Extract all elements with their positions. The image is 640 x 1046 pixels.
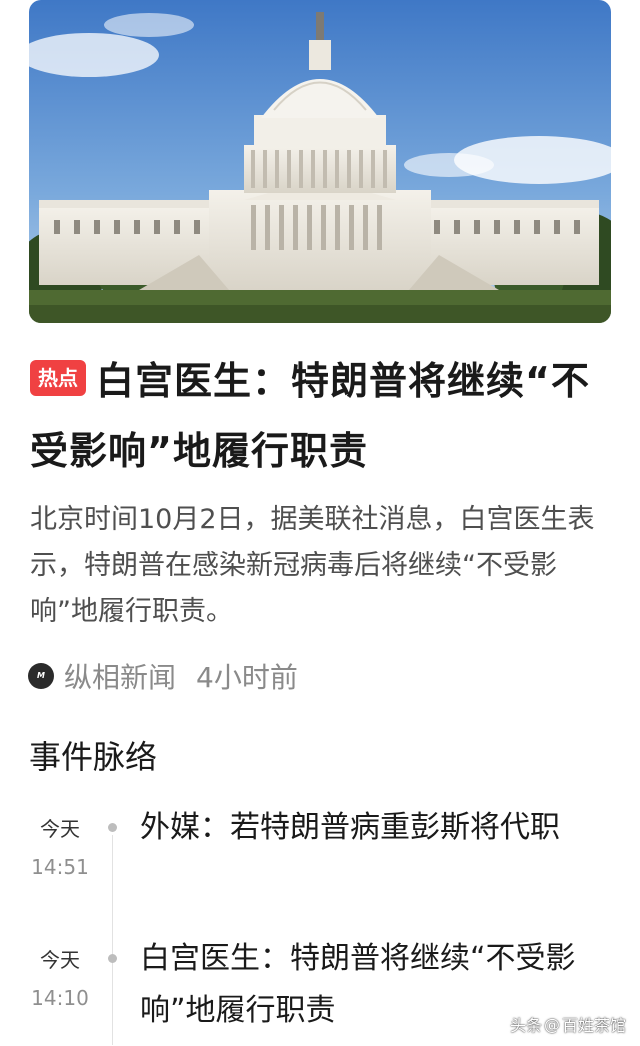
timeline-item-day: 今天 xyxy=(40,948,80,972)
watermark-platform: 头条 xyxy=(509,1016,542,1035)
timeline-section-title: 事件脉络 xyxy=(29,738,158,776)
timeline-dot-icon xyxy=(108,954,117,963)
article-headline[interactable]: 热点 白宫医生：特朗普将继续“不受影响”地履行职责 xyxy=(30,346,610,486)
publish-time: 4小时前 xyxy=(196,661,298,694)
hot-badge: 热点 xyxy=(30,360,86,396)
watermark-at: @ xyxy=(543,1014,560,1034)
timeline-item-text[interactable]: 外媒：若特朗普病重彭斯将代职 xyxy=(140,802,590,854)
article-meta: M 纵相新闻 4小时前 xyxy=(28,656,298,696)
watermark-account: 百姓茶馆 xyxy=(561,1016,626,1035)
source-name[interactable]: 纵相新闻 xyxy=(64,656,176,696)
article-title[interactable]: 白宫医生：特朗普将继续“不受影响”地履行职责 xyxy=(30,359,590,473)
article-hero-image[interactable] xyxy=(29,0,611,323)
capitol-building-image xyxy=(29,0,611,323)
timeline-item-time: 14:10 xyxy=(31,986,89,1010)
source-logo-icon: M xyxy=(28,663,54,689)
timeline-line xyxy=(112,835,113,1045)
timeline-dot-icon xyxy=(108,823,117,832)
article-summary: 北京时间10月2日，据美联社消息，白宫医生表示，特朗普在感染新冠病毒后将继续“不… xyxy=(30,504,595,627)
timeline-item-time: 14:51 xyxy=(31,855,89,879)
timeline-item-day: 今天 xyxy=(40,817,80,841)
watermark: 头条 @ 百姓茶馆 xyxy=(510,1012,626,1036)
